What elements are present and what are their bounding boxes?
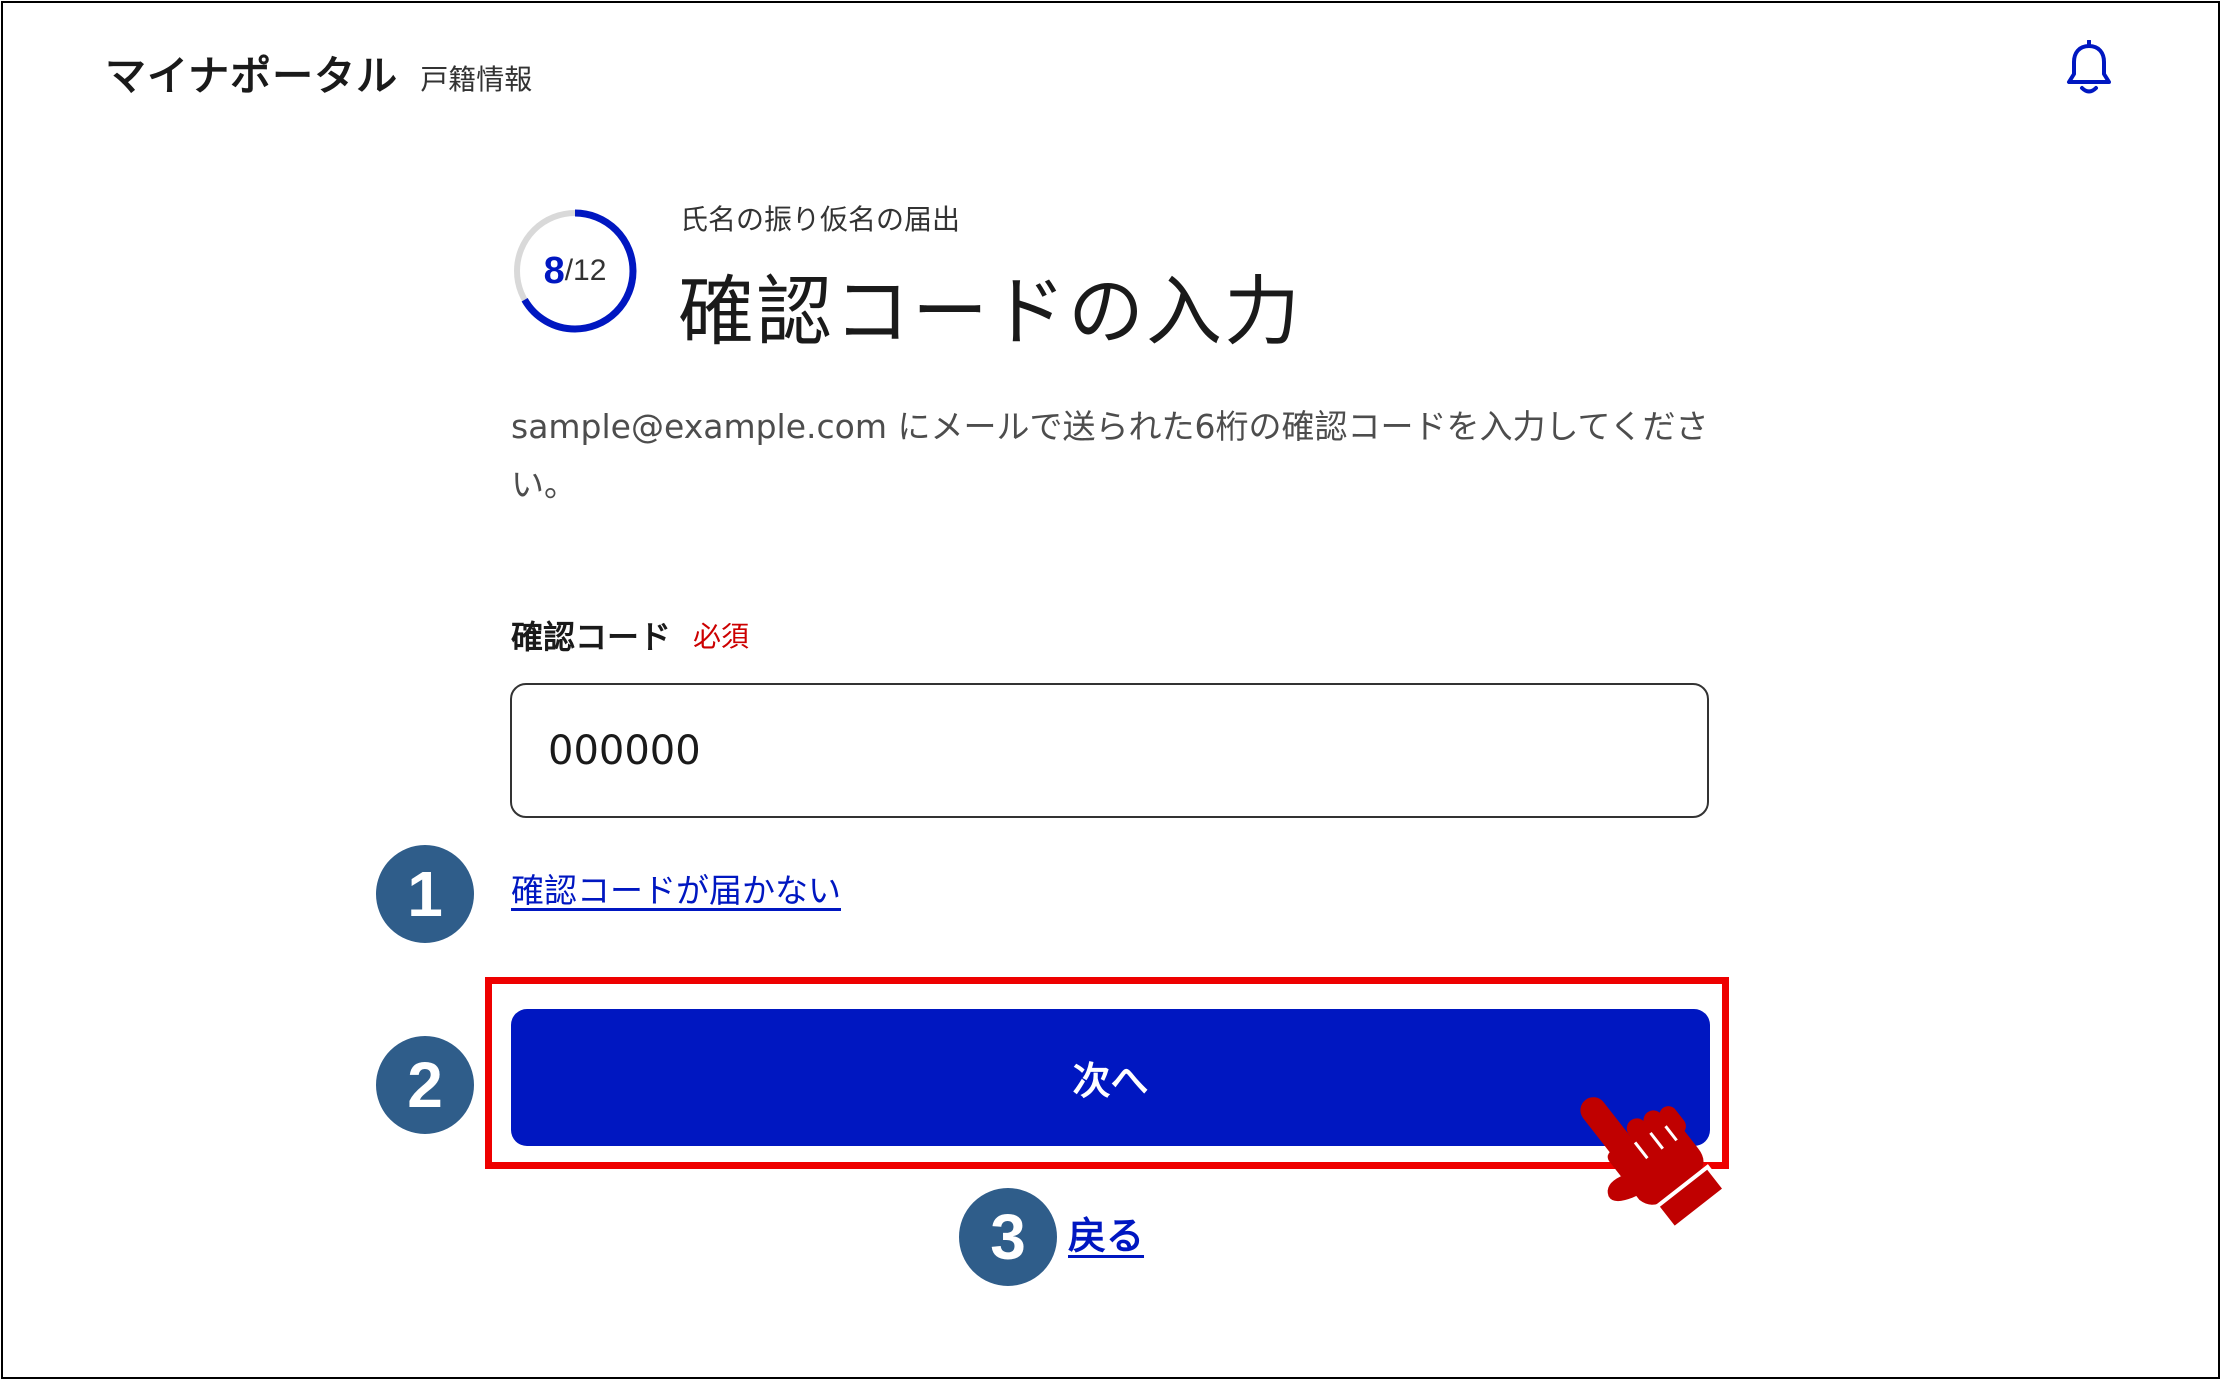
step-label: 氏名の振り仮名の届出 xyxy=(680,203,961,236)
header: マイナポータル 戸籍情報 xyxy=(105,42,532,102)
verification-code-input[interactable] xyxy=(510,683,1709,818)
callout-marker-3: 3 xyxy=(956,1185,1060,1289)
field-label: 確認コード 必須 xyxy=(511,612,749,658)
app-subtitle: 戸籍情報 xyxy=(420,63,533,96)
next-button[interactable]: 次へ xyxy=(511,1009,1710,1146)
required-badge: 必須 xyxy=(693,620,750,653)
bell-icon[interactable] xyxy=(2064,39,2114,96)
step-progress-ring: 8 /12 xyxy=(510,206,640,336)
pointing-hand-icon xyxy=(1560,1080,1730,1240)
app-title[interactable]: マイナポータル xyxy=(105,42,398,102)
code-field-label: 確認コード xyxy=(511,618,672,656)
callout-marker-1: 1 xyxy=(373,842,477,946)
page-title: 確認コードの入力 xyxy=(678,267,1302,356)
instruction-text: sample@example.com にメールで送られた6桁の確認コードを入力し… xyxy=(511,407,1709,504)
progress-current: 8 xyxy=(543,249,565,292)
progress-counter: 8 /12 xyxy=(510,206,640,336)
callout-marker-2: 2 xyxy=(373,1033,477,1137)
back-link[interactable]: 戻る xyxy=(1068,1205,1144,1260)
progress-total: /12 xyxy=(564,254,607,287)
code-not-received-link[interactable]: 確認コードが届かない xyxy=(511,864,841,912)
